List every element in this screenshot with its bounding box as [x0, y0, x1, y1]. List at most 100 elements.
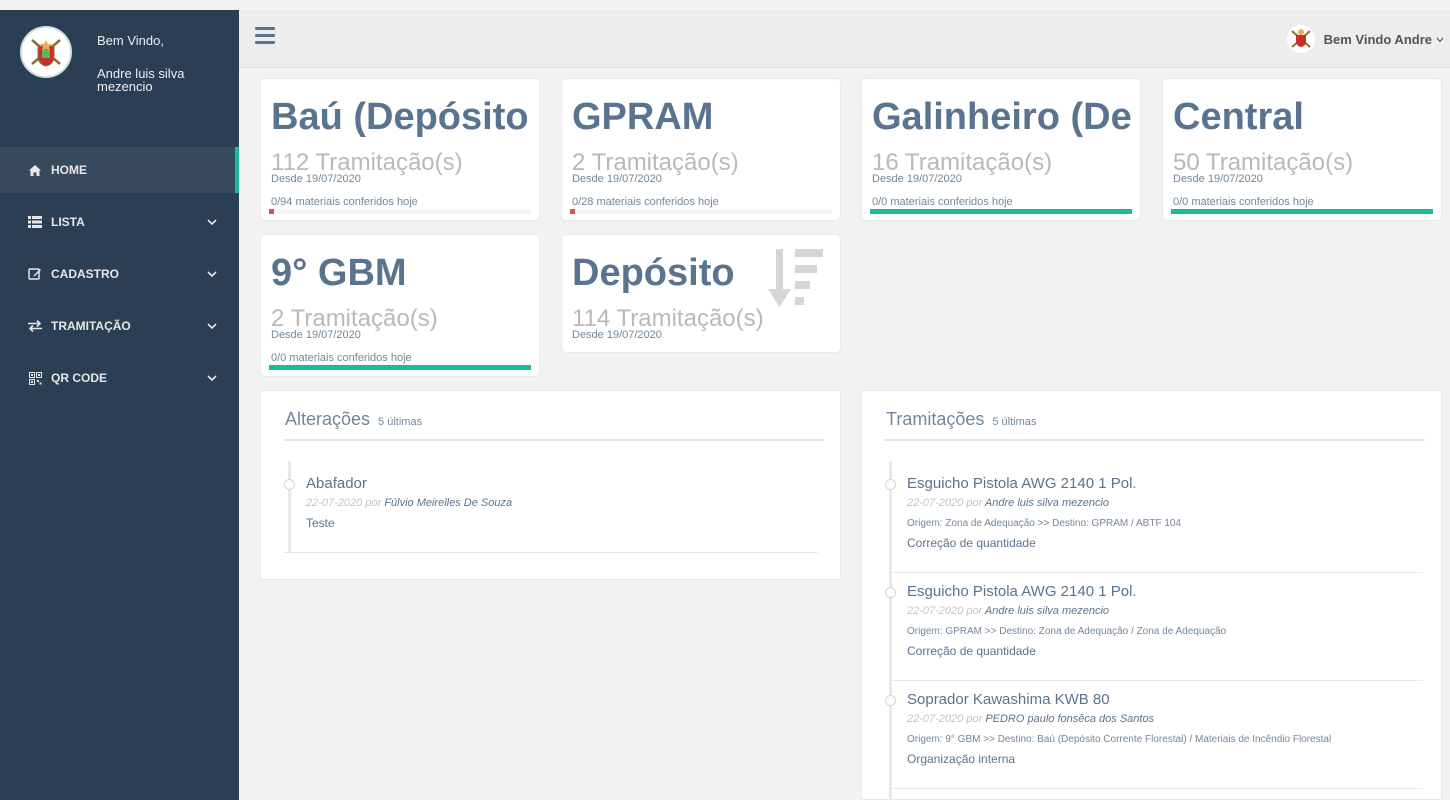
chevron-down-icon — [207, 270, 221, 278]
sidebar-item-label: TRAMITAÇÃO — [51, 319, 131, 333]
list-icon — [27, 216, 43, 228]
item-por: por — [966, 497, 983, 509]
item-por: por — [966, 713, 983, 725]
welcome-text: Bem Vindo, — [97, 33, 164, 48]
item-date: 22-07-2020 — [907, 605, 964, 617]
tile-9gbm[interactable]: 9° GBM 2 Tramitação(s) Desde 19/07/2020 … — [260, 234, 540, 377]
sidebar-item-home[interactable]: HOME — [0, 147, 239, 193]
progress-fill — [269, 209, 274, 214]
tile-checked: 0/94 materiais conferidos hoje — [271, 196, 418, 208]
edit-icon — [27, 267, 43, 281]
sidebar-item-label: HOME — [51, 163, 87, 177]
item-title[interactable]: Abafador — [306, 475, 367, 492]
item-desc: Correção de quantidade — [907, 644, 1036, 658]
sidebar-item-label: QR CODE — [51, 371, 108, 385]
progress-fill — [870, 209, 1132, 214]
timeline-dot — [885, 479, 896, 490]
tile-checked: 0/28 materiais conferidos hoje — [572, 196, 719, 208]
tile-checked: 0/0 materiais conferidos hoje — [271, 352, 412, 364]
tile-central[interactable]: Central 50 Tramitação(s) Desde 19/07/202… — [1162, 78, 1442, 221]
tile-checked: 0/0 materiais conferidos hoje — [872, 196, 1013, 208]
progress-bar — [269, 209, 531, 214]
item-title[interactable]: Esguicho Pistola AWG 2140 1 Pol. — [907, 583, 1137, 600]
tile-title: GPRAM — [572, 96, 714, 138]
user-name: Bem Vindo Andre — [1323, 31, 1432, 47]
timeline-line — [889, 461, 892, 800]
tile-since: Desde 19/07/2020 — [872, 173, 962, 185]
item-title[interactable]: Esguicho Pistola AWG 2140 1 Pol. — [907, 475, 1137, 492]
sidebar-item-tramitacao[interactable]: TRAMITAÇÃO — [0, 303, 239, 349]
progress-bar — [570, 209, 832, 214]
item-route: Origem: GPRAM >> Destino: Zona de Adequa… — [907, 626, 1227, 637]
tile-title: Depósito — [572, 252, 735, 294]
profile-section: Bem Vindo, Andre luis silva mezencio — [0, 10, 239, 140]
item-author[interactable]: PEDRO paulo fonsêca dos Santos — [985, 713, 1154, 725]
tramitacoes-panel: Tramitações 5 últimas Esguicho Pistola AW… — [861, 390, 1442, 800]
divider — [884, 439, 1425, 441]
progress-bar — [269, 365, 531, 370]
item-author[interactable]: Fúlvio Meirelles De Souza — [384, 497, 512, 509]
chevron-down-icon — [207, 374, 221, 382]
sidebar-item-label: CADASTRO — [51, 267, 119, 281]
item-meta: 22-07-2020 por Andre luis silva mezencio — [907, 605, 1109, 617]
divider — [283, 552, 818, 553]
tile-bau[interactable]: Baú (Depósito 112 Tramitação(s) Desde 19… — [260, 78, 540, 221]
item-date: 22-07-2020 — [907, 713, 964, 725]
tile-galinheiro[interactable]: Galinheiro (De 16 Tramitação(s) Desde 19… — [861, 78, 1141, 221]
fire-department-emblem-icon — [1290, 29, 1311, 48]
chevron-down-icon — [207, 218, 221, 226]
tile-title: Baú (Depósito — [271, 96, 529, 138]
qrcode-icon — [27, 371, 43, 385]
panel-subtitle: 5 últimas — [992, 416, 1037, 428]
panel-subtitle: 5 últimas — [378, 416, 423, 428]
tile-since: Desde 19/07/2020 — [271, 329, 361, 341]
panel-title-text: Tramitações — [886, 409, 985, 429]
tile-since: Desde 19/07/2020 — [572, 173, 662, 185]
divider — [889, 680, 1423, 681]
divider — [283, 439, 824, 441]
item-route: Origem: 9° GBM >> Destino: Baú (Depósito… — [907, 734, 1332, 745]
item-author[interactable]: Andre luis silva mezencio — [985, 497, 1109, 509]
alteracoes-panel: Alterações 5 últimas Abafador 22-07-2020 … — [260, 390, 841, 580]
item-meta: 22-07-2020 por PEDRO paulo fonsêca dos S… — [907, 713, 1154, 725]
timeline-dot — [885, 587, 896, 598]
sidebar: Bem Vindo, Andre luis silva mezencio HOM… — [0, 10, 239, 800]
menu-toggle-icon[interactable] — [255, 27, 275, 45]
item-desc: Correção de quantidade — [907, 536, 1036, 550]
sidebar-item-cadastro[interactable]: CADASTRO — [0, 251, 239, 297]
progress-fill — [1171, 209, 1433, 214]
item-date: 22-07-2020 — [306, 497, 363, 509]
panel-title: Alterações 5 últimas — [285, 409, 422, 430]
chevron-down-icon — [1436, 30, 1444, 48]
item-author[interactable]: Andre luis silva mezencio — [985, 605, 1109, 617]
tile-gpram[interactable]: GPRAM 2 Tramitação(s) Desde 19/07/2020 0… — [561, 78, 841, 221]
panel-title: Tramitações 5 últimas — [886, 409, 1036, 430]
user-dropdown[interactable]: Bem Vindo Andre — [1286, 24, 1444, 54]
tile-deposito[interactable]: Depósito 114 Tramitação(s) Desde 19/07/2… — [561, 234, 841, 353]
fire-department-emblem-icon — [24, 30, 68, 74]
item-route: Origem: Zona de Adequação >> Destino: GP… — [907, 518, 1182, 529]
item-meta: 22-07-2020 por Fúlvio Meirelles De Souza — [306, 497, 512, 509]
item-title[interactable]: Soprador Kawashima KWB 80 — [907, 691, 1110, 708]
progress-fill — [570, 209, 575, 214]
tile-since: Desde 19/07/2020 — [271, 173, 361, 185]
tile-since: Desde 19/07/2020 — [1173, 173, 1263, 185]
avatar — [20, 26, 72, 78]
progress-bar — [1171, 209, 1433, 214]
tile-title: Central — [1173, 96, 1304, 138]
home-icon — [27, 164, 43, 177]
item-por: por — [365, 497, 382, 509]
panel-title-text: Alterações — [285, 409, 371, 429]
sort-amount-desc-icon — [768, 245, 826, 316]
exchange-icon — [27, 320, 43, 332]
timeline-dot — [885, 695, 896, 706]
timeline-line — [288, 461, 291, 553]
sidebar-item-lista[interactable]: LISTA — [0, 199, 239, 245]
progress-bar — [870, 209, 1132, 214]
tile-checked: 0/0 materiais conferidos hoje — [1173, 196, 1314, 208]
top-navbar: Bem Vindo Andre — [239, 10, 1450, 68]
divider — [889, 788, 1423, 789]
progress-fill — [269, 365, 531, 370]
sidebar-item-qrcode[interactable]: QR CODE — [0, 355, 239, 401]
item-desc: Organização interna — [907, 752, 1016, 766]
